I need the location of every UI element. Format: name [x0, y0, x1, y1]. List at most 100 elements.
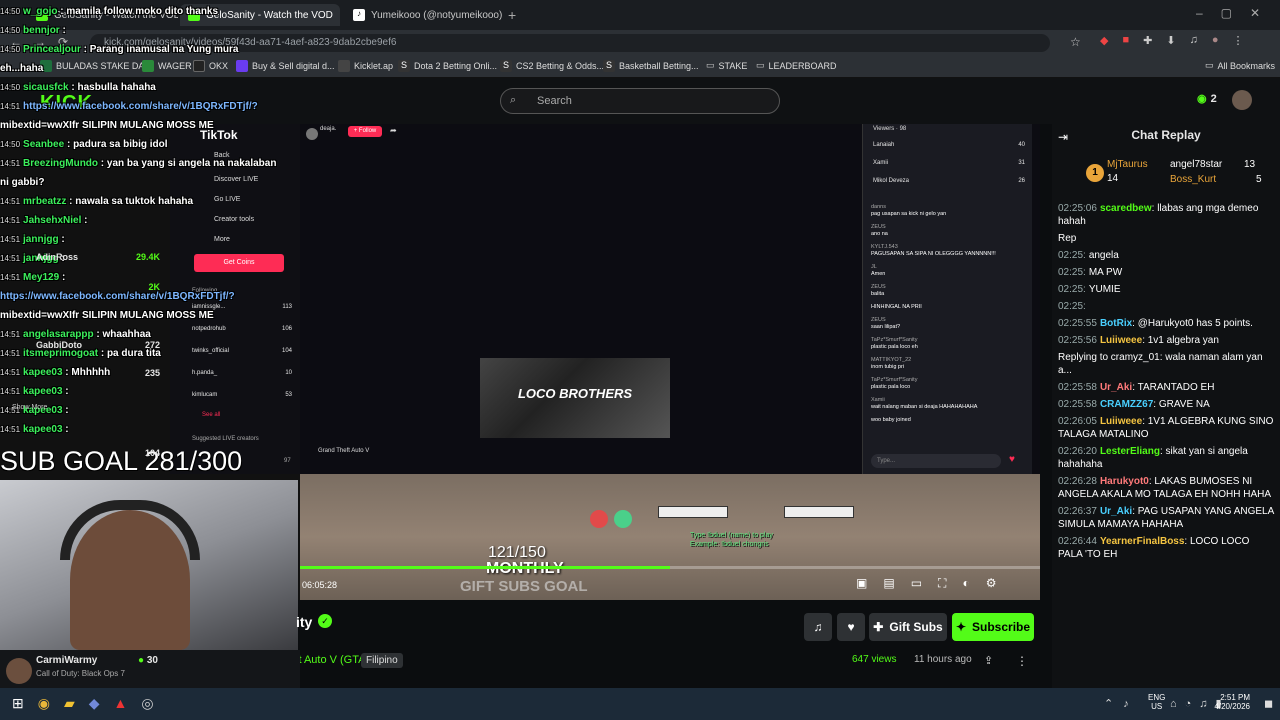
- bookmark-folder[interactable]: ▭ STAKE: [706, 60, 747, 71]
- tiktok-comment[interactable]: danns pag usapan sa kick ni gelo yan: [871, 204, 1026, 218]
- tiktok-comment[interactable]: TaPz*Smurf*Sanity plastic pala loco: [871, 377, 1026, 391]
- chat-username[interactable]: CRAMZZ67: [1100, 399, 1153, 410]
- tiktok-comment[interactable]: HINHINGAL NA PRII: [871, 304, 1026, 311]
- chat-message[interactable]: 02:26:20 LesterEliang: sikat yan si angel…: [1052, 445, 1280, 471]
- chat-username[interactable]: Luiiweee: [1100, 335, 1142, 346]
- obs-icon[interactable]: ◎: [141, 695, 153, 712]
- media-icon[interactable]: ♫: [1190, 34, 1198, 50]
- comment-input[interactable]: Type...: [871, 454, 1001, 468]
- profile-icon[interactable]: ●: [1212, 34, 1219, 50]
- heart-icon[interactable]: ♥: [1009, 454, 1015, 465]
- extension-icon[interactable]: ◆: [1100, 34, 1108, 50]
- browser-tab-3[interactable]: ♪ Yumeikooo (@notyumeikooo) | ✕: [345, 4, 505, 26]
- settings-gear-icon[interactable]: ⚙: [986, 576, 997, 591]
- chat-message[interactable]: 02:25: MA PW: [1052, 266, 1280, 279]
- share-icon[interactable]: ⇪: [984, 654, 993, 667]
- chat-username[interactable]: scaredbew: [1100, 203, 1152, 214]
- side-user-row[interactable]: GabbiDoto 272: [36, 340, 160, 368]
- player-controls[interactable]: ▣ ▤ ▭ ⛶ ◐ ⚙: [856, 576, 996, 591]
- fullscreen-icon[interactable]: ⛶: [938, 576, 946, 591]
- chat-message[interactable]: Replying to cramyz_01: wala naman alam y…: [1052, 351, 1280, 377]
- related-stream-card[interactable]: CarmiWarmy ● 30 Call of Duty: Black Ops …: [0, 650, 300, 688]
- new-tab-icon[interactable]: +: [508, 7, 516, 23]
- chat-message[interactable]: 02:25: angela: [1052, 249, 1280, 262]
- share-icon[interactable]: ➦: [390, 126, 397, 135]
- chat-message[interactable]: 02:25:: [1052, 300, 1280, 313]
- star-icon[interactable]: ☆: [1070, 35, 1081, 49]
- app-icon[interactable]: ▲: [114, 695, 128, 712]
- chat-username[interactable]: BotRix: [1100, 318, 1132, 329]
- chat-username[interactable]: LesterEliang: [1100, 446, 1160, 457]
- clock[interactable]: 2:51 PM 4/20/2026: [1210, 693, 1250, 711]
- download-icon[interactable]: ⬇: [1166, 34, 1175, 50]
- chat-message[interactable]: 02:25:56 Luiiweee: 1v1 algebra yan: [1052, 334, 1280, 347]
- chrome-icon[interactable]: ◉: [38, 695, 50, 712]
- chat-message[interactable]: 02:25:06 scaredbew: llabas ang mga demeo …: [1052, 202, 1280, 228]
- file-explorer-icon[interactable]: ▰: [64, 695, 75, 712]
- window-controls[interactable]: –▢✕: [1196, 6, 1278, 20]
- bell-button[interactable]: ♫: [804, 613, 832, 641]
- chat-message[interactable]: 02:25:55 BotRix: @Harukyot0 has 5 points.: [1052, 317, 1280, 330]
- gift-subs-button[interactable]: ✚ Gift Subs: [869, 613, 947, 641]
- chat-message[interactable]: 02:25: YUMIE: [1052, 283, 1280, 296]
- side-user-row[interactable]: 104: [36, 448, 160, 462]
- gifter-2-name[interactable]: angel78star: [1170, 159, 1222, 170]
- bookmark-item[interactable]: S Basketball Betting...: [603, 60, 699, 72]
- side-user-row[interactable]: 2K: [36, 282, 160, 340]
- channel-name[interactable]: ity: [296, 614, 312, 630]
- miniplayer-icon[interactable]: ▣: [856, 576, 867, 591]
- chat-message[interactable]: 02:26:44 YearnerFinalBoss: LOCO LOCO PALA…: [1052, 535, 1280, 561]
- bookmark-item[interactable]: Kicklet.ap: [338, 60, 393, 72]
- windows-start-icon[interactable]: ⊞: [12, 695, 24, 712]
- tray-icons[interactable]: ⌃♪: [1104, 697, 1139, 710]
- all-bookmarks-folder[interactable]: ▭ All Bookmarks: [1205, 60, 1275, 71]
- viewer-row[interactable]: Mikol Deveza 26: [873, 174, 1025, 192]
- tiktok-comment[interactable]: JL Amen: [871, 264, 1026, 278]
- chat-username[interactable]: Ur_Aki: [1100, 506, 1132, 517]
- extension-icon[interactable]: ■: [1122, 34, 1129, 50]
- more-options-icon[interactable]: ⋮: [1016, 654, 1028, 668]
- chat-message[interactable]: 02:25:58 CRAMZZ67: GRAVE NA: [1052, 398, 1280, 411]
- top-gifter-name[interactable]: MjTaurus: [1107, 159, 1148, 170]
- avatar[interactable]: [1232, 90, 1252, 110]
- chat-username[interactable]: YearnerFinalBoss: [1100, 536, 1184, 547]
- close-tab-icon[interactable]: ✕: [339, 10, 340, 21]
- tiktok-comment[interactable]: ZEUS balita: [871, 284, 1026, 298]
- game-tag[interactable]: Grand Theft Auto V: [300, 444, 390, 458]
- puzzle-icon[interactable]: ✚: [1143, 34, 1152, 50]
- viewer-row[interactable]: Xamii 31: [873, 156, 1025, 174]
- video-progress-track[interactable]: [300, 566, 1040, 569]
- chat-username[interactable]: Ur_Aki: [1100, 382, 1132, 393]
- discord-icon[interactable]: ◆: [89, 695, 100, 712]
- tiktok-comment[interactable]: TaPz*Smurf*Sanity plastic pala loco eh: [871, 337, 1026, 351]
- language-tag[interactable]: Filipino: [361, 653, 403, 668]
- language-indicator[interactable]: ENG US: [1148, 693, 1165, 711]
- menu-icon[interactable]: ⋮: [1232, 34, 1243, 50]
- gifter-3-name[interactable]: Boss_Kurt: [1170, 174, 1216, 185]
- notification-bell-icon[interactable]: ◼: [1264, 697, 1273, 710]
- bookmark-folder[interactable]: ▭ LEADERBOARD: [756, 60, 837, 71]
- tiktok-comment[interactable]: ZEUS saan lilipat?: [871, 317, 1026, 331]
- tiktok-comment[interactable]: KYLTJ.543 PAGUSAPAN SA SIPA NI OLEGGGG YA…: [871, 244, 1026, 258]
- extension-icons[interactable]: ◆ ■ ✚ ⬇ ♫ ● ⋮: [1100, 34, 1250, 50]
- tiktok-comment[interactable]: Xamii wait nalang maban si deaja HAHAHAHA…: [871, 397, 1026, 411]
- show-more-link[interactable]: Show More: [12, 404, 47, 411]
- bookmark-item[interactable]: S CS2 Betting & Odds...: [500, 60, 604, 72]
- chat-message[interactable]: 02:26:05 Luiiweee: 1V1 ALGEBRA KUNG SINO …: [1052, 415, 1280, 441]
- chat-username[interactable]: Luiiweee: [1100, 416, 1142, 427]
- viewer-row[interactable]: Lanaiah 40: [873, 138, 1025, 156]
- chat-message[interactable]: Rep: [1052, 232, 1280, 245]
- tiktok-comment[interactable]: ZEUS ano na: [871, 224, 1026, 238]
- side-user-row[interactable]: 235: [36, 368, 160, 448]
- chat-message[interactable]: 02:26:28 Harukyot0: LAKAS BUMOSES NI ANGE…: [1052, 475, 1280, 501]
- chat-username[interactable]: Harukyot0: [1100, 476, 1149, 487]
- tiktok-comment[interactable]: woo baby joined: [871, 417, 1026, 424]
- bookmark-item[interactable]: S Dota 2 Betting Onli...: [398, 60, 497, 72]
- side-user-row[interactable]: AdinRoss 29.4K: [36, 252, 160, 282]
- chat-message[interactable]: 02:26:37 Ur_Aki: PAG USAPAN YANG ANGELA S…: [1052, 505, 1280, 531]
- subscribe-button[interactable]: ✦ Subscribe: [952, 613, 1034, 641]
- clip-icon[interactable]: ▤: [883, 576, 894, 591]
- tiktok-comment[interactable]: MATTIKYOT_22 inom tubig pri: [871, 357, 1026, 371]
- theater-icon[interactable]: ▭: [911, 576, 922, 591]
- speed-icon[interactable]: ◐: [962, 576, 969, 591]
